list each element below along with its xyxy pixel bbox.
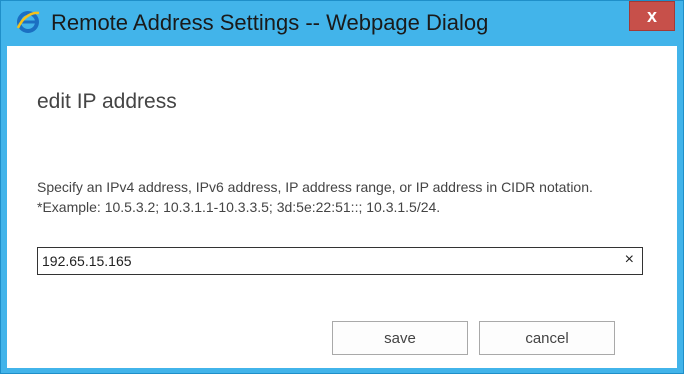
ip-address-input[interactable] — [38, 248, 612, 274]
window-title: Remote Address Settings -- Webpage Dialo… — [51, 10, 489, 35]
ip-address-field[interactable]: × — [37, 247, 643, 275]
example-text: *Example: 10.5.3.2; 10.3.1.1-10.3.3.5; 3… — [37, 199, 441, 215]
dialog-body: edit IP address Specify an IPv4 address,… — [7, 46, 677, 368]
instructions: Specify an IPv4 address, IPv6 address, I… — [37, 177, 657, 217]
close-button[interactable]: x — [629, 1, 675, 31]
internet-explorer-icon — [15, 9, 41, 35]
cancel-button[interactable]: cancel — [479, 321, 615, 355]
page-title: edit IP address — [37, 90, 177, 113]
clear-icon[interactable]: × — [625, 251, 634, 269]
close-icon: x — [646, 5, 657, 26]
save-button[interactable]: save — [332, 321, 468, 355]
dialog-window: Remote Address Settings -- Webpage Dialo… — [0, 0, 684, 374]
description-text: Specify an IPv4 address, IPv6 address, I… — [37, 179, 593, 195]
title-bar[interactable]: Remote Address Settings -- Webpage Dialo… — [1, 1, 683, 46]
